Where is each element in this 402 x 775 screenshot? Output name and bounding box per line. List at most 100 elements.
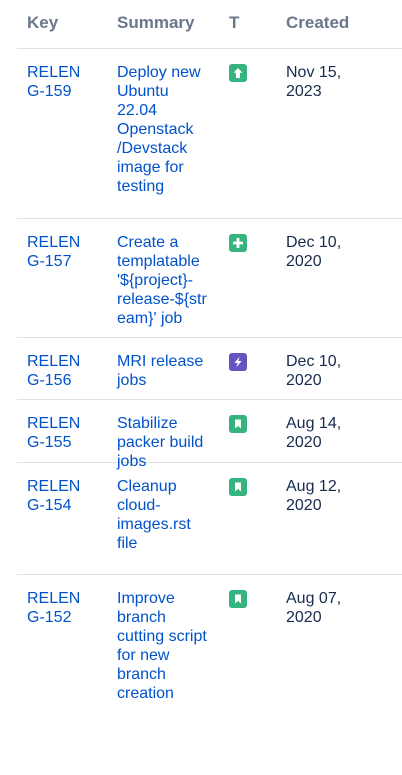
issue-key-cell: RELEN G-159 xyxy=(17,49,107,101)
issue-key-line: G-159 xyxy=(27,83,72,100)
summary-line: jobs xyxy=(117,372,147,389)
summary-cell: MRI release jobs xyxy=(107,338,219,390)
issue-key-link[interactable]: RELEN G-154 xyxy=(27,477,107,515)
summary-line: image for xyxy=(117,159,184,176)
summary-line: Deploy new xyxy=(117,64,201,81)
summary-cell: Stabilize packer build jobs xyxy=(107,400,219,471)
summary-line: '${project}- xyxy=(117,272,193,289)
issue-key-line: G-154 xyxy=(27,497,72,514)
summary-link[interactable]: Deploy new Ubuntu 22.04 Openstack/Devstack i… xyxy=(117,63,219,196)
summary-line: /Devstack xyxy=(117,140,188,157)
type-cell xyxy=(219,463,276,496)
summary-line: packer build xyxy=(117,434,204,451)
created-year-line: 2020 xyxy=(286,253,322,270)
summary-line: file xyxy=(117,535,138,552)
summary-line: Openstack xyxy=(117,121,194,138)
summary-line: cutting script xyxy=(117,628,207,645)
type-cell xyxy=(219,49,276,82)
table-header: Key Summary T Created xyxy=(17,0,402,49)
type-cell xyxy=(219,219,276,252)
summary-line: for new xyxy=(117,647,170,664)
table-row: RELEN G-159 Deploy new Ubuntu 22.04 Openstack… xyxy=(17,49,402,219)
created-date-line: Aug 12, xyxy=(286,478,342,495)
issue-key-line: G-155 xyxy=(27,434,72,451)
issue-key-link[interactable]: RELEN G-152 xyxy=(27,589,107,627)
summary-line: Improve xyxy=(117,590,175,607)
issue-key-cell: RELEN G-155 xyxy=(17,400,107,452)
issue-key-cell: RELEN G-154 xyxy=(17,463,107,515)
issue-key-line: RELEN xyxy=(27,478,81,495)
summary-line: 22.04 xyxy=(117,102,158,119)
issue-key-link[interactable]: RELEN G-155 xyxy=(27,414,107,452)
summary-line: branch xyxy=(117,666,166,683)
created-cell: Dec 10, 2020 xyxy=(276,219,402,271)
summary-line: Stabilize xyxy=(117,415,178,432)
story-icon xyxy=(229,590,247,608)
created-cell: Aug 07, 2020 xyxy=(276,575,402,627)
epic-icon xyxy=(229,353,247,371)
summary-link[interactable]: Improve branch cutting script for new branch… xyxy=(117,589,219,703)
issue-key-line: RELEN xyxy=(27,64,81,81)
issue-key-link[interactable]: RELEN G-159 xyxy=(27,63,107,101)
created-cell: Aug 12, 2020 xyxy=(276,463,402,515)
issue-key-line: G-152 xyxy=(27,609,72,626)
summary-line: images.rst xyxy=(117,516,191,533)
column-header-summary[interactable]: Summary xyxy=(107,0,219,32)
issue-key-link[interactable]: RELEN G-156 xyxy=(27,352,107,390)
table-row: RELEN G-152 Improve branch cutting script for… xyxy=(17,575,402,718)
created-cell: Aug 14, 2020 xyxy=(276,400,402,452)
summary-line: Create a xyxy=(117,234,179,251)
summary-line: eam}' job xyxy=(117,310,183,327)
created-year-line: 2020 xyxy=(286,434,322,451)
summary-line: cloud- xyxy=(117,497,161,514)
issue-key-line: RELEN xyxy=(27,234,81,251)
summary-line: MRI release xyxy=(117,353,204,370)
column-header-type[interactable]: T xyxy=(219,0,276,32)
summary-link[interactable]: MRI release jobs xyxy=(117,352,219,390)
type-cell xyxy=(219,338,276,371)
summary-line: testing xyxy=(117,178,165,195)
summary-line: creation xyxy=(117,685,174,702)
issue-key-cell: RELEN G-156 xyxy=(17,338,107,390)
column-header-key[interactable]: Key xyxy=(17,0,107,32)
issue-key-link[interactable]: RELEN G-157 xyxy=(27,233,107,271)
table-row: RELEN G-155 Stabilize packer build jobs Aug 1… xyxy=(17,400,402,470)
created-date-line: Aug 07, xyxy=(286,590,342,607)
created-cell: Dec 10, 2020 xyxy=(276,338,402,390)
issue-key-line: G-157 xyxy=(27,253,72,270)
created-date-line: Dec 10, xyxy=(286,353,342,370)
summary-link[interactable]: Create a templatable '${project}- release-$… xyxy=(117,233,219,328)
summary-link[interactable]: Cleanup cloud-images.rst file xyxy=(117,477,219,553)
table-row: RELEN G-156 MRI release jobs Dec 10, 2020 xyxy=(17,338,402,400)
story-icon xyxy=(229,478,247,496)
created-year-line: 2020 xyxy=(286,497,322,514)
created-date-line: Aug 14, xyxy=(286,415,342,432)
created-year-line: 2023 xyxy=(286,83,322,100)
summary-cell: Cleanup cloud-images.rst file xyxy=(107,463,219,553)
summary-cell: Improve branch cutting script for new branch… xyxy=(107,575,219,703)
summary-cell: Deploy new Ubuntu 22.04 Openstack/Devstack i… xyxy=(107,49,219,196)
created-date-line: Nov 15, xyxy=(286,64,342,81)
created-year-line: 2020 xyxy=(286,609,322,626)
table-body: RELEN G-159 Deploy new Ubuntu 22.04 Openstack… xyxy=(17,49,402,718)
column-header-created[interactable]: Created xyxy=(276,0,402,32)
summary-line: Cleanup xyxy=(117,478,177,495)
issue-key-line: G-156 xyxy=(27,372,72,389)
improvement-icon xyxy=(229,64,247,82)
table-row: RELEN G-157 Create a templatable '${project}… xyxy=(17,219,402,338)
summary-line: templatable xyxy=(117,253,200,270)
issue-key-line: RELEN xyxy=(27,415,81,432)
type-cell xyxy=(219,575,276,608)
issues-table: Key Summary T Created RELEN G-159 Deploy n… xyxy=(17,0,402,718)
new-feature-icon xyxy=(229,234,247,252)
summary-line: branch xyxy=(117,609,166,626)
issue-key-cell: RELEN G-152 xyxy=(17,575,107,627)
created-year-line: 2020 xyxy=(286,372,322,389)
type-cell xyxy=(219,400,276,433)
issue-key-line: RELEN xyxy=(27,590,81,607)
issue-key-line: RELEN xyxy=(27,353,81,370)
issue-key-cell: RELEN G-157 xyxy=(17,219,107,271)
created-date-line: Dec 10, xyxy=(286,234,342,251)
summary-cell: Create a templatable '${project}- release-$… xyxy=(107,219,219,328)
summary-line: Ubuntu xyxy=(117,83,169,100)
